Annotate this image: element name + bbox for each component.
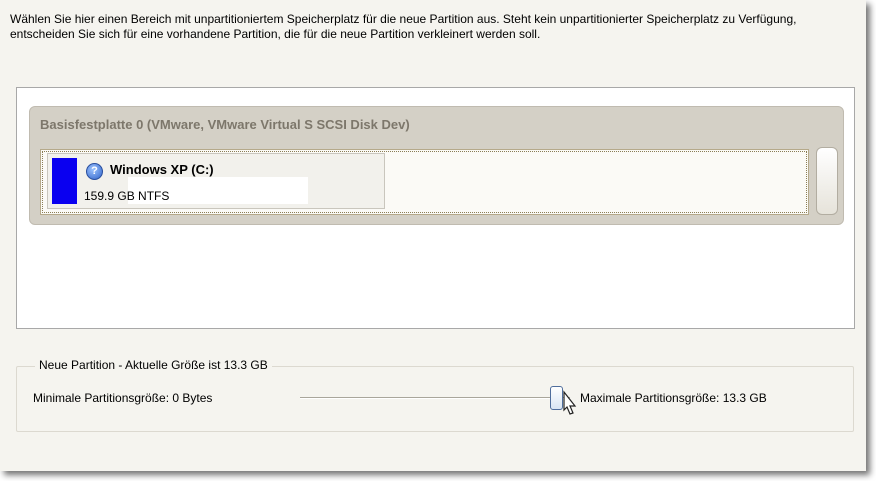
partition-c[interactable]: ? Windows XP (C:) 159.9 GB NTFS <box>47 153 385 209</box>
instruction-text: Wählen Sie hier einen Bereich mit unpart… <box>10 12 797 41</box>
disk-partition-track[interactable]: ? Windows XP (C:) 159.9 GB NTFS <box>40 149 809 215</box>
new-partition-legend: Neue Partition - Aktuelle Größe ist 13.3… <box>35 358 272 372</box>
help-icon[interactable]: ? <box>86 163 103 180</box>
disk-box: Basisfestplatte 0 (VMware, VMware Virtua… <box>29 106 844 225</box>
disk-scroll-button[interactable] <box>816 147 838 215</box>
max-size-label: Maximale Partitionsgröße: 13.3 GB <box>580 391 767 405</box>
disk-map-area: Basisfestplatte 0 (VMware, VMware Virtua… <box>16 87 855 329</box>
partition-name: Windows XP (C:) <box>110 162 214 177</box>
min-size-label: Minimale Partitionsgröße: 0 Bytes <box>33 391 213 405</box>
disk-title: Basisfestplatte 0 (VMware, VMware Virtua… <box>40 117 410 132</box>
new-partition-group: Neue Partition - Aktuelle Größe ist 13.3… <box>16 358 854 432</box>
mouse-cursor-icon <box>563 390 577 415</box>
wizard-panel: Wählen Sie hier einen Bereich mit unpart… <box>0 0 866 471</box>
partition-color-bar <box>52 158 77 204</box>
size-slider-track[interactable] <box>300 397 570 399</box>
partition-info: 159.9 GB NTFS <box>84 189 170 203</box>
